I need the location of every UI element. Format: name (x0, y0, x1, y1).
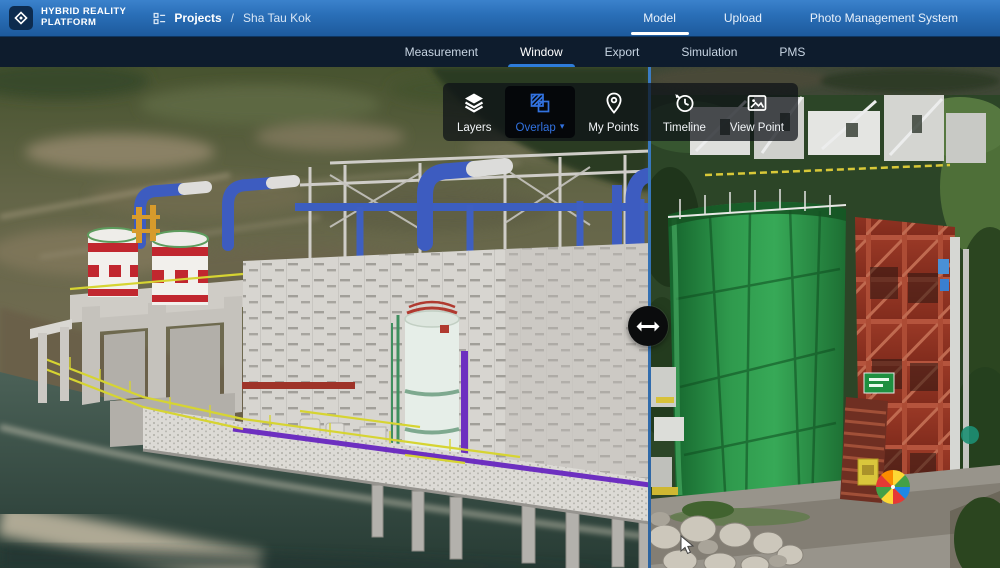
tab-export[interactable]: Export (591, 37, 654, 67)
model-subnav: Measurement Window Export Simulation PMS (0, 37, 1000, 67)
overlap-icon (527, 91, 553, 120)
toolbar-layers-button[interactable]: Layers (446, 86, 503, 138)
horizontal-arrows-icon (636, 320, 660, 333)
compare-viewer: Layers Overlap ▾ (0, 67, 1000, 568)
photo-view-pane[interactable] (650, 67, 1000, 568)
timeline-clock-icon (671, 91, 697, 120)
dropdown-caret-icon: ▾ (560, 121, 565, 132)
breadcrumb-separator: / (231, 11, 234, 25)
view-point-image-icon (744, 91, 770, 120)
projects-icon (152, 11, 167, 26)
logo-diamond-icon (9, 6, 33, 30)
breadcrumb: Projects / Sha Tau Kok (152, 11, 311, 26)
menu-item-photo-management-system[interactable]: Photo Management System (786, 0, 982, 36)
top-header: HYBRID REALITY PLATFORM Projects / Sha T… (0, 0, 1000, 37)
viewer-toolbar: Layers Overlap ▾ (443, 83, 798, 141)
tab-simulation[interactable]: Simulation (667, 37, 751, 67)
map-pin-icon (601, 91, 627, 120)
menu-item-model[interactable]: Model (619, 0, 700, 36)
hybrid-reality-platform-app: HYBRID REALITY PLATFORM Projects / Sha T… (0, 0, 1000, 568)
tab-pms[interactable]: PMS (765, 37, 819, 67)
layers-icon (461, 91, 487, 120)
toolbar-my-points-button[interactable]: My Points (577, 86, 650, 138)
top-menu: Model Upload Photo Management System (619, 0, 1000, 36)
divider-drag-handle[interactable] (628, 306, 668, 346)
tab-measurement[interactable]: Measurement (391, 37, 492, 67)
tab-window[interactable]: Window (506, 37, 577, 67)
model-view-pane[interactable] (0, 67, 650, 568)
toolbar-overlap-button[interactable]: Overlap ▾ (505, 86, 576, 138)
logo-text: HYBRID REALITY PLATFORM (41, 7, 126, 29)
toolbar-timeline-button[interactable]: Timeline (652, 86, 717, 138)
app-logo[interactable]: HYBRID REALITY PLATFORM (0, 6, 126, 30)
breadcrumb-projects[interactable]: Projects (174, 11, 221, 25)
toolbar-view-point-button[interactable]: View Point (719, 86, 795, 138)
menu-item-upload[interactable]: Upload (700, 0, 786, 36)
breadcrumb-project-name: Sha Tau Kok (243, 11, 311, 25)
